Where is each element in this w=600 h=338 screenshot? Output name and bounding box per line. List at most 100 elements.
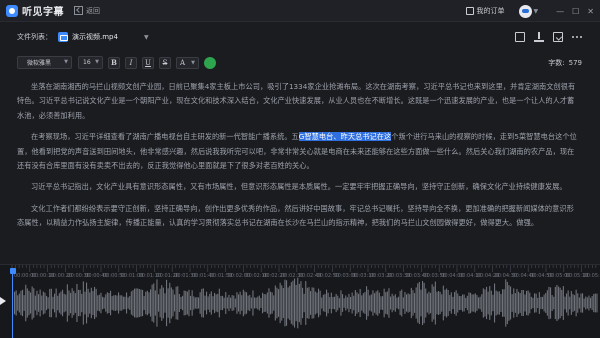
waveform-bar	[122, 296, 124, 310]
waveform-bar	[84, 291, 86, 315]
waveform-bar	[505, 279, 507, 327]
more-icon[interactable]	[572, 32, 582, 42]
waveform-bar	[455, 290, 457, 316]
maximize-button[interactable]: ☐	[572, 7, 579, 16]
waveform-bar	[426, 293, 428, 313]
underline-button[interactable]: U	[142, 56, 154, 69]
paragraph[interactable]: 在考察现场，习近平详细查看了湖南广播电视台自主研发的新一代智能广播系统。五G智慧…	[17, 130, 580, 173]
waveform-bar	[142, 289, 144, 317]
waveform-bar	[260, 297, 262, 309]
waveform-bar	[513, 288, 515, 318]
word-count-value: 579	[568, 58, 582, 67]
audio-timeline[interactable]: 00:00:00 00:00:10 00:00:20 00:00:30 00:00:40…	[0, 264, 600, 338]
waveform-bar	[394, 294, 396, 312]
highlight-color-swatch[interactable]	[204, 56, 216, 69]
waveform-bar	[194, 297, 196, 309]
waveform-bar	[150, 289, 152, 317]
waveform-bar	[31, 286, 33, 320]
waveform-bar	[569, 296, 571, 310]
avatar[interactable]	[518, 4, 532, 18]
waveform-bar	[369, 295, 371, 311]
title-bar: 听见字幕 返回 我的订单 ▼ — ☐ ✕	[0, 0, 600, 22]
waveform-bar	[298, 283, 300, 323]
account-menu-chevron-icon[interactable]: ▼	[534, 8, 539, 15]
waveform-bar	[518, 291, 520, 315]
transcript-editor[interactable]: 坐落在湖南湘西的马拦山视频文创产业园，日前已聚集4家主板上市公司，吸引了1334…	[17, 80, 580, 256]
waveform-bar	[321, 297, 323, 309]
waveform-bar	[484, 289, 486, 317]
waveform-bar	[145, 291, 147, 315]
selected-text[interactable]: G智慧电台、昨天总书记在这	[298, 132, 392, 142]
waveform-bar	[73, 290, 75, 316]
waveform-bar	[462, 294, 464, 312]
waveform-bar	[463, 294, 465, 312]
waveform-bar	[116, 295, 118, 311]
waveform-bar	[103, 297, 105, 309]
waveform-bar	[346, 297, 348, 309]
paragraph[interactable]: 坐落在湖南湘西的马拦山视频文创产业园，日前已聚集4家主板上市公司，吸引了1334…	[17, 80, 580, 123]
waveform-bar	[522, 290, 524, 316]
waveform-bar	[546, 290, 548, 316]
print-icon[interactable]	[515, 32, 525, 42]
waveform-bar	[434, 281, 436, 325]
waveform-bar	[262, 292, 264, 314]
bold-button[interactable]: B	[108, 56, 120, 69]
waveform-bar	[372, 290, 374, 316]
strikethrough-button[interactable]: S	[159, 56, 171, 69]
file-select[interactable]: 演示视频.mp4 ▼	[58, 32, 149, 42]
waveform-bar	[15, 290, 17, 316]
my-orders-button[interactable]: 我的订单	[465, 6, 505, 16]
my-orders-label: 我的订单	[476, 7, 505, 15]
waveform-bar	[97, 295, 99, 311]
waveform-bar	[358, 293, 360, 313]
waveform-bar	[153, 283, 155, 323]
waveform-bar	[594, 293, 596, 313]
waveform-bar	[558, 286, 560, 320]
waveform-bar	[303, 293, 305, 313]
waveform-bar	[57, 295, 59, 311]
back-button[interactable]: 返回	[74, 6, 100, 16]
waveform-bar	[476, 295, 478, 311]
waveform-bar	[190, 295, 192, 311]
waveform-bar	[218, 288, 220, 318]
download-icon[interactable]	[553, 32, 563, 42]
waveform-bar	[217, 293, 219, 313]
waveform-bar	[159, 288, 161, 318]
italic-button[interactable]: I	[125, 56, 137, 69]
waveform-bar	[212, 296, 214, 310]
close-button[interactable]: ✕	[587, 7, 594, 16]
waveform-bar	[143, 295, 145, 311]
waveform-bar	[289, 285, 291, 321]
waveform-bar	[382, 296, 384, 310]
waveform-bar	[162, 287, 164, 319]
waveform-bar	[478, 297, 480, 309]
waveform-bar	[276, 287, 278, 319]
text-color-select[interactable]: A ▼	[176, 56, 199, 69]
waveform-bar	[524, 294, 526, 312]
paragraph[interactable]: 习近平总书记指出，文化产业具有意识形态属性，又有市场属性，但意识形态属性是本质属…	[17, 180, 580, 194]
waveform-bar	[204, 295, 206, 311]
waveform-bar	[530, 296, 532, 310]
font-family-select[interactable]: 微软雅黑 ▼	[17, 56, 72, 69]
waveform-bar	[516, 288, 518, 318]
waveform-bar	[433, 286, 435, 320]
waveform-bar	[425, 288, 427, 318]
waveform-bar	[540, 296, 542, 310]
waveform-bar	[249, 294, 251, 312]
playhead-handle[interactable]	[10, 268, 16, 274]
waveform-bar	[414, 293, 416, 313]
waveform-bar	[450, 292, 452, 314]
font-size-select[interactable]: 16 ▼	[78, 56, 103, 69]
order-icon	[465, 7, 474, 15]
paragraph[interactable]: 文化工作者们都纷纷表示要守正创新，坚持正确导向，创作出更多优秀的作品，然后讲好中…	[17, 202, 580, 231]
chevron-down-icon: ▼	[95, 59, 99, 65]
play-icon[interactable]	[0, 297, 6, 305]
minimize-button[interactable]: —	[556, 7, 564, 16]
waveform-bar	[370, 294, 372, 312]
waveform-bar	[140, 289, 142, 317]
waveform-bar	[223, 297, 225, 309]
waveform-bar	[345, 295, 347, 311]
waveform-bar	[186, 291, 188, 315]
save-icon[interactable]	[534, 32, 544, 42]
waveform-bar	[554, 286, 556, 320]
